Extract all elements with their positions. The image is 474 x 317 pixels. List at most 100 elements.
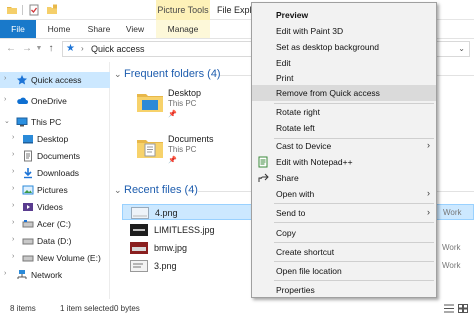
file-name: 4.png [155,208,178,218]
chevron-down-icon[interactable]: ⌄ [458,44,465,53]
menu-item-create-shortcut[interactable]: Create shortcut [252,244,436,260]
menu-item-set-as-desktop-background[interactable]: Set as desktop background [252,39,436,55]
sidebar-item-quick-access[interactable]: › Quick access [0,72,110,88]
sidebar-item-acer-c[interactable]: › Acer (C:) [0,216,110,232]
chevron-right-icon[interactable]: › [12,219,20,226]
chevron-right-icon[interactable]: › [4,270,12,277]
menu-item-print[interactable]: Print [252,70,436,86]
selection-size: 0 bytes [114,304,140,313]
up-arrow-icon[interactable]: ↑ [44,42,58,56]
large-icons-view-icon[interactable] [458,304,468,313]
back-arrow-icon[interactable]: ← [4,42,18,56]
file-name: LIMITLESS.jpg [154,225,215,235]
file-name: 3.png [154,261,177,271]
chevron-down-icon[interactable]: ⌄ [114,69,122,80]
sidebar-item-label: Downloads [37,168,80,178]
chevron-right-icon[interactable]: › [12,151,20,158]
sidebar-item-onedrive[interactable]: › OneDrive [0,93,110,109]
folder-location: This PC [168,145,197,154]
context-menu: Preview Edit with Paint 3D Set as deskto… [251,2,437,298]
sidebar-item-downloads[interactable]: › Downloads [0,165,110,181]
videos-icon [23,203,33,211]
chevron-right-icon[interactable]: › [12,253,20,260]
sidebar-item-documents[interactable]: › Documents [0,148,110,164]
menu-item-remove-from-quick-access[interactable]: Remove from Quick access [252,85,436,101]
details-view-icon[interactable] [444,304,454,313]
folder-tile-documents[interactable]: Documents This PC 📌 [136,134,256,174]
file-location: Work [442,243,461,252]
properties-icon[interactable] [28,4,40,16]
chevron-right-icon[interactable]: › [12,185,20,192]
chevron-right-icon[interactable]: › [12,168,20,175]
chevron-right-icon[interactable]: › [12,236,20,243]
status-bar: 8 items 1 item selected 0 bytes [0,300,474,317]
menu-item-label: Cast to Device [276,141,332,151]
forward-arrow-icon[interactable]: → [20,42,34,56]
menu-item-label: Edit [276,58,291,68]
sidebar-item-this-pc[interactable]: ⌄ This PC [0,114,110,130]
menu-item-label: Rotate left [276,123,315,133]
menu-item-properties[interactable]: Properties [252,282,436,298]
menu-item-preview[interactable]: Preview [252,7,436,23]
menu-item-open-file-location[interactable]: Open file location [252,263,436,279]
menu-item-label: Edit with Paint 3D [276,26,344,36]
menu-item-copy[interactable]: Copy [252,225,436,241]
sidebar-item-label: Data (D:) [37,236,72,246]
tab-share[interactable]: Share [84,20,114,38]
share-icon [258,173,269,182]
sidebar-item-label: Acer (C:) [37,219,71,229]
menu-item-label: Rotate right [276,107,320,117]
menu-item-send-to[interactable]: Send to › [252,205,436,221]
folder-name: Desktop [168,88,202,98]
menu-item-share[interactable]: Share [252,170,436,186]
menu-item-open-with[interactable]: Open with › [252,186,436,202]
downloads-icon [24,168,32,179]
tab-view[interactable]: View [122,20,148,38]
folder-location: This PC [168,99,197,108]
tab-home[interactable]: Home [44,20,74,38]
menu-item-rotate-left[interactable]: Rotate left [252,120,436,136]
chevron-right-icon: › [427,207,430,217]
star-icon [17,75,27,85]
group-title: Recent files (4) [124,184,198,196]
chevron-right-icon[interactable]: › [12,134,20,141]
address-path[interactable]: Quick access [91,44,145,54]
menu-item-edit-with-notepad-plus-plus[interactable]: Edit with Notepad++ [252,154,436,170]
menu-item-label: Share [276,173,299,183]
tab-manage[interactable]: Manage [156,20,210,38]
sidebar-item-new-volume-e[interactable]: › New Volume (E:) [0,250,110,266]
menu-separator [274,222,434,223]
chevron-right-icon[interactable]: › [81,43,84,55]
menu-item-edit-with-paint-3d[interactable]: Edit with Paint 3D [252,23,436,39]
menu-separator [274,242,434,243]
network-icon [17,270,27,279]
sidebar-item-label: New Volume (E:) [37,253,101,263]
menu-item-edit[interactable]: Edit [252,55,436,71]
folder-tile-desktop[interactable]: Desktop This PC 📌 [136,88,256,128]
chevron-down-icon[interactable]: ⌄ [4,117,12,125]
sidebar-item-data-d[interactable]: › Data (D:) [0,233,110,249]
folder-name: Documents [168,134,214,144]
chevron-right-icon[interactable]: › [4,75,12,82]
sidebar-item-network[interactable]: › Network [0,267,110,283]
menu-separator [274,203,434,204]
menu-item-label: Preview [276,10,309,20]
folder-icon[interactable] [6,4,18,16]
sidebar-item-desktop[interactable]: › Desktop [0,131,110,147]
pictures-icon [22,185,34,195]
sidebar-item-pictures[interactable]: › Pictures [0,182,110,198]
tab-file[interactable]: File [0,20,36,38]
sidebar-item-label: This PC [31,117,62,127]
menu-item-cast-to-device[interactable]: Cast to Device › [252,138,436,154]
chevron-down-icon[interactable]: ⌄ [114,185,122,196]
sidebar-item-videos[interactable]: › Videos [0,199,110,215]
chevron-right-icon[interactable]: › [12,202,20,209]
new-folder-icon[interactable] [46,4,58,16]
menu-item-rotate-right[interactable]: Rotate right [252,104,436,120]
recent-locations-chevron-icon[interactable]: ▼ [34,42,44,56]
chevron-right-icon[interactable]: › [4,96,12,103]
star-icon: ★ [66,43,75,54]
item-count: 8 items [10,304,36,313]
menu-separator [274,261,434,262]
menu-item-label: Create shortcut [276,247,335,257]
